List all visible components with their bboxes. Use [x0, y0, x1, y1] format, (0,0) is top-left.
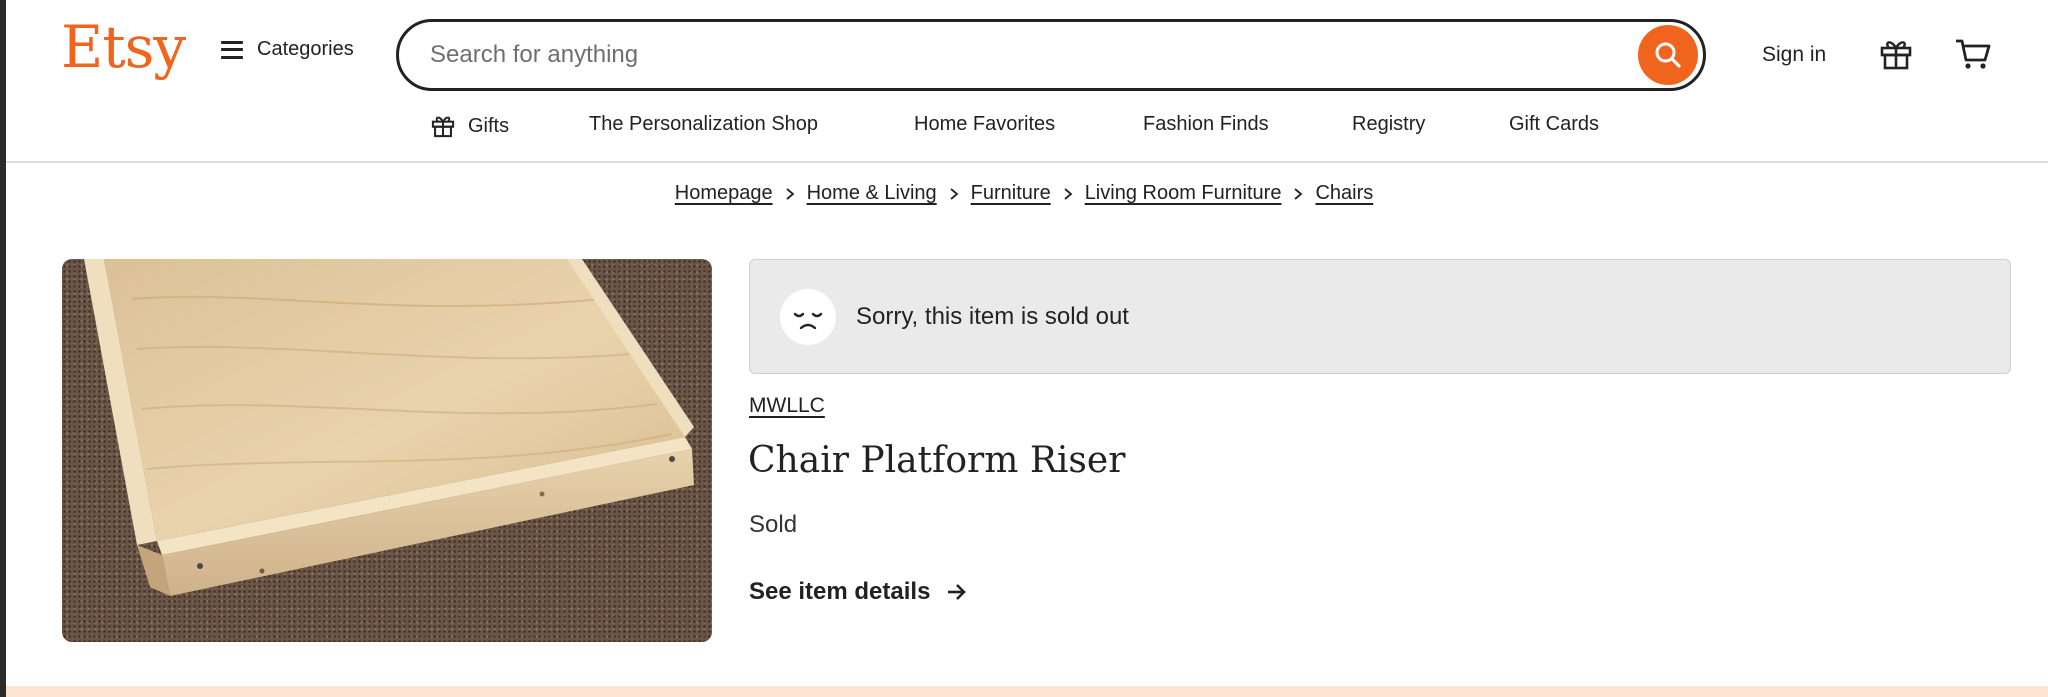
see-item-details-label: See item details — [749, 578, 931, 605]
breadcrumb: Homepage Home & Living Furniture Living … — [0, 182, 2048, 205]
search-input[interactable] — [428, 40, 1638, 70]
nav-fashion-finds[interactable]: Fashion Finds — [1143, 113, 1269, 136]
breadcrumb-home-living[interactable]: Home & Living — [807, 182, 937, 205]
shop-name-link[interactable]: MWLLC — [749, 394, 825, 418]
sad-face-icon — [780, 288, 836, 345]
breadcrumb-living-room-furniture[interactable]: Living Room Furniture — [1085, 182, 1282, 205]
chevron-right-icon — [1292, 187, 1304, 201]
gift-icon — [431, 116, 455, 138]
window-edge — [0, 0, 6, 697]
search-icon — [1655, 42, 1681, 68]
nav-registry[interactable]: Registry — [1352, 113, 1425, 136]
chevron-right-icon — [1062, 187, 1074, 201]
see-item-details-link[interactable]: See item details — [749, 578, 968, 606]
arrow-right-icon — [948, 584, 967, 600]
nav-label: Fashion Finds — [1143, 113, 1269, 135]
sign-in-link[interactable]: Sign in — [1762, 43, 1826, 67]
nav-label: Gift Cards — [1509, 113, 1600, 135]
listing-status: Sold — [749, 511, 798, 538]
header-divider — [6, 161, 2048, 163]
chevron-right-icon — [784, 187, 796, 201]
hamburger-icon — [221, 40, 243, 59]
nav-personalization-shop[interactable]: The Personalization Shop — [589, 113, 818, 136]
categories-label: Categories — [257, 38, 354, 60]
nav-label: Home Favorites — [914, 113, 1056, 135]
search-bar — [396, 19, 1706, 91]
bottom-banner-strip — [6, 686, 2048, 697]
product-image[interactable] — [62, 259, 712, 642]
nav-gift-cards[interactable]: Gift Cards — [1509, 113, 1599, 136]
sold-out-banner: Sorry, this item is sold out — [749, 259, 2011, 374]
nav-home-favorites[interactable]: Home Favorites — [914, 113, 1055, 136]
chevron-right-icon — [948, 187, 960, 201]
cart-icon[interactable] — [1954, 36, 1992, 77]
search-button[interactable] — [1638, 25, 1698, 85]
gift-icon[interactable] — [1878, 36, 1914, 77]
breadcrumb-furniture[interactable]: Furniture — [971, 182, 1051, 205]
sold-out-message: Sorry, this item is sold out — [856, 302, 1129, 330]
nav-gifts-label: Gifts — [468, 114, 510, 137]
breadcrumb-chairs[interactable]: Chairs — [1315, 182, 1373, 205]
nav-gifts[interactable]: Gifts — [430, 113, 509, 139]
nav-label: Registry — [1352, 113, 1426, 135]
listing-title: Chair Platform Riser — [748, 440, 1126, 481]
nav-label: The Personalization Shop — [589, 113, 819, 135]
etsy-logo[interactable]: Etsy — [61, 18, 186, 76]
category-nav: Gifts The Personalization Shop Home Favo… — [0, 113, 2048, 143]
categories-button[interactable]: Categories — [221, 38, 354, 61]
breadcrumb-homepage[interactable]: Homepage — [675, 182, 773, 205]
